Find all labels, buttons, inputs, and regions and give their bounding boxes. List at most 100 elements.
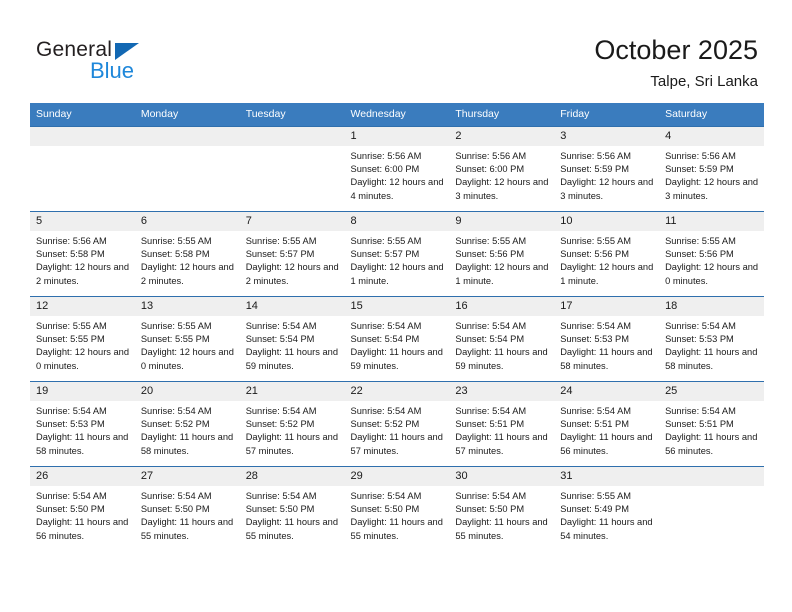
calendar-day-cell[interactable]: 24 Sunrise: 5:54 AM Sunset: 5:51 PM Dayligh… [554, 381, 660, 467]
calendar-day-cell[interactable]: 8 Sunrise: 5:55 AM Sunset: 5:57 PM Daylight… [344, 211, 450, 297]
calendar-day-cell[interactable]: 9 Sunrise: 5:55 AM Sunset: 5:56 PM Daylight… [449, 211, 555, 297]
sunrise-text: Sunrise: 5:55 AM [36, 321, 107, 331]
calendar-day-cell[interactable]: 26 Sunrise: 5:54 AM Sunset: 5:50 PM Dayligh… [30, 466, 135, 551]
sunrise-text: Sunrise: 5:56 AM [350, 151, 422, 161]
day-number: 24 [554, 382, 660, 401]
daylight-text: Daylight: 11 hours and 59 minutes. [350, 347, 443, 371]
calendar-day-cell[interactable]: 25 Sunrise: 5:54 AM Sunset: 5:51 PM Dayligh… [659, 381, 764, 467]
sunset-text: Sunset: 5:50 PM [455, 504, 525, 515]
sunset-text: Sunset: 5:51 PM [560, 419, 629, 430]
calendar-day-cell[interactable]: 13 Sunrise: 5:55 AM Sunset: 5:55 PM Dayligh… [134, 296, 240, 382]
day-number: 22 [344, 382, 450, 401]
sunrise-text: Sunrise: 5:55 AM [140, 321, 212, 331]
daylight-text: Daylight: 11 hours and 55 minutes. [350, 517, 443, 541]
sunset-text: Sunset: 5:58 PM [36, 249, 105, 260]
calendar-day-cell[interactable]: 7 Sunrise: 5:55 AM Sunset: 5:57 PM Daylight… [239, 211, 345, 297]
day-sun-info: Sunrise: 5:54 AM Sunset: 5:50 PM Daylight:… [240, 486, 345, 543]
calendar-day-cell[interactable]: 11 Sunrise: 5:55 AM Sunset: 5:56 PM Dayligh… [659, 211, 764, 297]
sunrise-text: Sunrise: 5:54 AM [245, 321, 317, 331]
day-sun-info: Sunrise: 5:54 AM Sunset: 5:50 PM Daylight:… [135, 486, 240, 543]
day-number: 9 [449, 212, 555, 231]
sunrise-text: Sunrise: 5:54 AM [140, 491, 212, 501]
calendar-day-cell[interactable]: 5 Sunrise: 5:56 AM Sunset: 5:58 PM Daylight… [30, 211, 135, 297]
calendar-week-row: 26 Sunrise: 5:54 AM Sunset: 5:50 PM Dayligh… [30, 466, 764, 551]
sunset-text: Sunset: 6:00 PM [455, 164, 525, 175]
calendar-day-cell[interactable]: 4 Sunrise: 5:56 AM Sunset: 5:59 PM Daylight… [659, 126, 764, 212]
sunset-text: Sunset: 5:52 PM [140, 419, 210, 430]
daylight-text: Daylight: 12 hours and 0 minutes. [140, 347, 234, 371]
calendar-day-cell[interactable]: 28 Sunrise: 5:54 AM Sunset: 5:50 PM Dayligh… [239, 466, 345, 551]
calendar-day-cell[interactable]: 21 Sunrise: 5:54 AM Sunset: 5:52 PM Dayligh… [239, 381, 345, 467]
sunset-text: Sunset: 5:53 PM [560, 334, 629, 345]
calendar-day-cell[interactable]: 14 Sunrise: 5:54 AM Sunset: 5:54 PM Dayligh… [239, 296, 345, 382]
calendar-day-cell[interactable]: 15 Sunrise: 5:54 AM Sunset: 5:54 PM Dayligh… [344, 296, 450, 382]
calendar-day-cell[interactable]: 10 Sunrise: 5:55 AM Sunset: 5:56 PM Dayligh… [554, 211, 660, 297]
day-sun-info: Sunrise: 5:55 AM Sunset: 5:58 PM Daylight:… [135, 231, 240, 288]
general-blue-logo[interactable]: General Blue [36, 38, 236, 90]
logo-text-blue: Blue [90, 58, 135, 83]
daylight-text: Daylight: 11 hours and 55 minutes. [140, 517, 234, 541]
sunset-text: Sunset: 5:53 PM [665, 334, 734, 345]
daylight-text: Daylight: 11 hours and 56 minutes. [36, 517, 129, 541]
daylight-text: Daylight: 12 hours and 1 minute. [455, 262, 549, 286]
page-title: October 2025 [594, 35, 758, 65]
calendar-day-cell[interactable]: 29 Sunrise: 5:54 AM Sunset: 5:50 PM Dayligh… [344, 466, 450, 551]
calendar-page: General Blue October 2025 Talpe, Sri Lan… [0, 0, 792, 612]
calendar-day-cell[interactable]: 19 Sunrise: 5:54 AM Sunset: 5:53 PM Dayligh… [30, 381, 135, 467]
sunrise-text: Sunrise: 5:55 AM [455, 236, 527, 246]
calendar-day-cell[interactable]: 17 Sunrise: 5:54 AM Sunset: 5:53 PM Dayligh… [554, 296, 660, 382]
sunset-text: Sunset: 5:50 PM [36, 504, 105, 515]
calendar-day-cell[interactable]: 22 Sunrise: 5:54 AM Sunset: 5:52 PM Dayligh… [344, 381, 450, 467]
sunrise-text: Sunrise: 5:54 AM [455, 491, 527, 501]
calendar-day-cell[interactable]: 18 Sunrise: 5:54 AM Sunset: 5:53 PM Dayligh… [659, 296, 764, 382]
calendar-day-cell[interactable]: 3 Sunrise: 5:56 AM Sunset: 5:59 PM Daylight… [554, 126, 660, 212]
calendar-day-cell[interactable]: 27 Sunrise: 5:54 AM Sunset: 5:50 PM Dayligh… [134, 466, 240, 551]
day-sun-info: Sunrise: 5:54 AM Sunset: 5:53 PM Daylight:… [554, 316, 659, 373]
sunset-text: Sunset: 5:53 PM [36, 419, 105, 430]
day-sun-info: Sunrise: 5:55 AM Sunset: 5:57 PM Daylight:… [240, 231, 345, 288]
calendar-day-cell[interactable]: 1 Sunrise: 5:56 AM Sunset: 6:00 PM Daylight… [344, 126, 450, 212]
calendar-day-cell[interactable]: 30 Sunrise: 5:54 AM Sunset: 5:50 PM Dayligh… [449, 466, 555, 551]
calendar-day-cell[interactable]: 20 Sunrise: 5:54 AM Sunset: 5:52 PM Dayligh… [134, 381, 240, 467]
daylight-text: Daylight: 12 hours and 1 minute. [560, 262, 654, 286]
sunset-text: Sunset: 5:59 PM [560, 164, 629, 175]
sunset-text: Sunset: 5:56 PM [455, 249, 525, 260]
calendar-day-cell[interactable]: 23 Sunrise: 5:54 AM Sunset: 5:51 PM Dayligh… [449, 381, 555, 467]
day-number: 3 [554, 127, 660, 146]
sunrise-text: Sunrise: 5:55 AM [665, 236, 736, 246]
day-number: 5 [30, 212, 135, 231]
daylight-text: Daylight: 11 hours and 57 minutes. [350, 432, 443, 456]
sunset-text: Sunset: 5:50 PM [245, 504, 315, 515]
calendar-day-cell[interactable]: 2 Sunrise: 5:56 AM Sunset: 6:00 PM Daylight… [449, 126, 555, 212]
sunrise-text: Sunrise: 5:56 AM [36, 236, 107, 246]
day-sun-info: Sunrise: 5:54 AM Sunset: 5:50 PM Daylight:… [30, 486, 135, 543]
sunset-text: Sunset: 5:54 PM [245, 334, 315, 345]
daylight-text: Daylight: 12 hours and 1 minute. [350, 262, 444, 286]
day-sun-info: Sunrise: 5:54 AM Sunset: 5:52 PM Daylight:… [345, 401, 450, 458]
sunset-text: Sunset: 5:52 PM [350, 419, 420, 430]
daylight-text: Daylight: 11 hours and 56 minutes. [665, 432, 758, 456]
calendar-week-row: 5 Sunrise: 5:56 AM Sunset: 5:58 PM Daylight… [30, 211, 764, 297]
daylight-text: Daylight: 11 hours and 56 minutes. [560, 432, 653, 456]
sunrise-text: Sunrise: 5:54 AM [455, 406, 527, 416]
sunrise-text: Sunrise: 5:55 AM [560, 491, 632, 501]
day-number: 15 [344, 297, 450, 316]
day-number [659, 467, 764, 486]
day-number: 26 [30, 467, 135, 486]
sunset-text: Sunset: 5:56 PM [665, 249, 734, 260]
sunrise-text: Sunrise: 5:55 AM [560, 236, 632, 246]
sunset-text: Sunset: 5:50 PM [350, 504, 420, 515]
sunrise-text: Sunrise: 5:54 AM [350, 406, 422, 416]
daylight-text: Daylight: 11 hours and 54 minutes. [560, 517, 653, 541]
day-number: 10 [554, 212, 660, 231]
day-number: 30 [449, 467, 555, 486]
day-sun-info: Sunrise: 5:54 AM Sunset: 5:52 PM Daylight:… [135, 401, 240, 458]
sunrise-text: Sunrise: 5:54 AM [245, 491, 317, 501]
calendar-day-cell[interactable]: 12 Sunrise: 5:55 AM Sunset: 5:55 PM Dayligh… [30, 296, 135, 382]
calendar-day-cell[interactable]: 31 Sunrise: 5:55 AM Sunset: 5:49 PM Dayligh… [554, 466, 660, 551]
daylight-text: Daylight: 11 hours and 55 minutes. [245, 517, 339, 541]
calendar-day-cell[interactable]: 6 Sunrise: 5:55 AM Sunset: 5:58 PM Daylight… [134, 211, 240, 297]
sunset-text: Sunset: 5:52 PM [245, 419, 315, 430]
calendar-day-cell[interactable]: 16 Sunrise: 5:54 AM Sunset: 5:54 PM Dayligh… [449, 296, 555, 382]
daylight-text: Daylight: 12 hours and 2 minutes. [245, 262, 339, 286]
